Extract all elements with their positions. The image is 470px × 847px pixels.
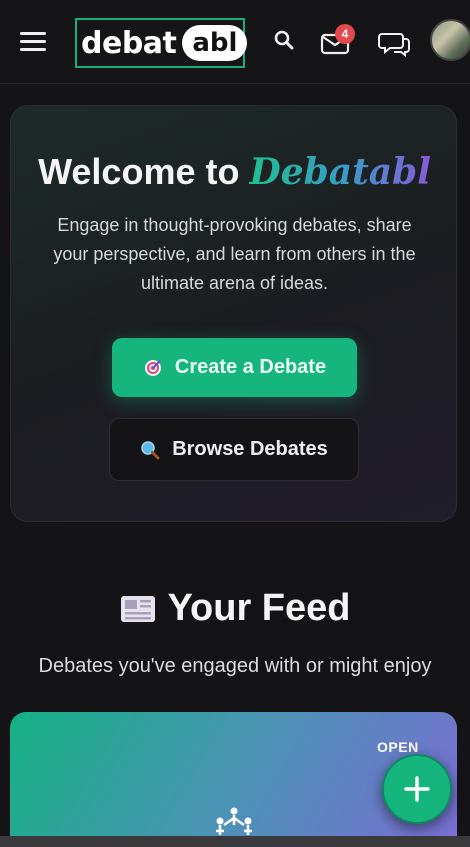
feed-title-text: Your Feed [167,587,351,629]
add-debate-fab[interactable] [382,754,452,824]
notification-badge: 4 [335,24,355,44]
search-icon [274,30,294,50]
messages-button[interactable]: 4 [318,24,355,60]
target-icon [144,359,161,376]
status-badge: OPEN [377,739,419,755]
create-debate-button[interactable]: Create a Debate [112,338,357,397]
plus-icon [404,776,430,802]
welcome-card: Welcome to Debatabl Engage in thought-pr… [10,105,457,522]
newspaper-icon [120,596,155,622]
feed-title: Your Feed [0,587,470,630]
welcome-title-prefix: Welcome to [38,151,250,192]
logo[interactable]: debat abl [75,18,248,68]
chat-button[interactable] [378,26,412,60]
welcome-title-brand: Debatabl [249,151,431,193]
logo-text: debat [81,25,177,61]
search-button[interactable] [268,26,302,60]
magnifier-icon [141,440,160,459]
bottom-bar [0,836,470,847]
menu-icon[interactable] [20,32,48,54]
feed-subtitle: Debates you've engaged with or might enj… [38,655,432,677]
people-icon [216,807,252,835]
logo-pill: abl [182,25,248,61]
create-debate-label: Create a Debate [174,356,327,378]
browse-debates-label: Browse Debates [172,438,328,460]
avatar[interactable] [430,19,470,61]
browse-debates-button[interactable]: Browse Debates [109,418,359,481]
welcome-title: Welcome to Debatabl [11,151,458,193]
top-header: debat abl 4 [0,0,470,84]
welcome-description: Engage in thought-provoking debates, sha… [53,215,416,293]
chat-icon [378,33,410,57]
